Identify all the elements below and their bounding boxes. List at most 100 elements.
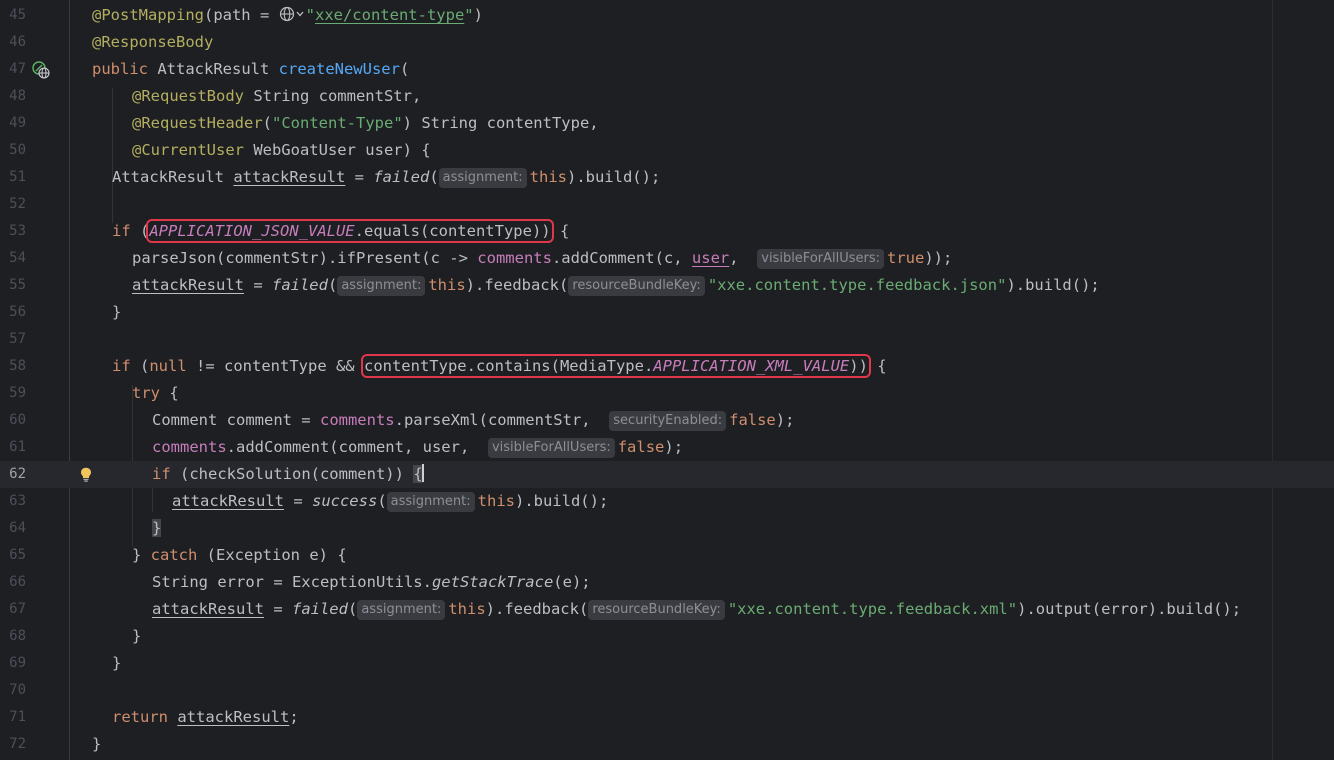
method-call[interactable]: failed [272,276,328,294]
string-quote: " [464,6,474,24]
line-number: 62 [9,466,26,482]
parameter-hint: visibleForAllUsers: [757,249,885,269]
line-number: 69 [9,655,26,671]
method-call[interactable]: failed [373,168,429,186]
code-text: = [243,276,272,294]
code-text: ) [473,6,483,24]
endpoint-globe-icon[interactable] [32,61,50,79]
code-text: ( [399,60,410,78]
code-line[interactable]: 69 } [0,650,1334,677]
code-line[interactable]: 52 [0,191,1334,218]
code-text: (path = [203,6,279,24]
line-number: 67 [9,601,26,617]
field[interactable]: comments [477,249,552,267]
line-number: 63 [9,493,26,509]
line-number: 55 [9,277,26,293]
code-text: ( [130,222,150,240]
code-text: ).build(); [566,168,661,186]
code-text: (checkSolution(comment)) [170,465,414,483]
line-number: 48 [9,88,26,104]
code-line[interactable]: 46 @ResponseBody [0,29,1334,56]
parameter-hint: securityEnabled: [609,411,727,431]
code-line[interactable]: 61 comments.addComment(comment, user, vi… [0,434,1334,461]
globe-dropdown-icon[interactable] [279,5,306,23]
keyword: this [529,168,567,186]
line-number: 71 [9,709,26,725]
variable[interactable]: attackResult [132,276,244,294]
code-line[interactable]: 55 attackResult = failed(assignment: this… [0,272,1334,299]
line-number: 59 [9,385,26,401]
field[interactable]: comments [320,411,395,429]
code-line[interactable]: 60 Comment comment = comments.parseXml(c… [0,407,1334,434]
code-line[interactable]: 53 if (APPLICATION_JSON_VALUE.equals(con… [0,218,1334,245]
annotation: @CurrentUser [132,141,244,159]
method-call[interactable]: failed [292,600,348,618]
code-line[interactable]: 67 attackResult = failed(assignment: this… [0,596,1334,623]
code-line[interactable]: 64 } [0,515,1334,542]
code-line[interactable]: 59 try { [0,380,1334,407]
code-line[interactable]: 66 String error = ExceptionUtils.getStac… [0,569,1334,596]
code-line[interactable]: 51 AttackResult attackResult = failed(as… [0,164,1334,191]
code-text: Comment comment = [152,411,320,429]
parameter-hint: assignment: [386,492,475,512]
keyword: return [112,708,168,726]
code-line[interactable]: 54 parseJson(commentStr).ifPresent(c -> … [0,245,1334,272]
keyword: this [428,276,466,294]
code-line[interactable]: 50 @CurrentUser WebGoatUser user) { [0,137,1334,164]
code-line[interactable]: 48 @RequestBody String commentStr, [0,83,1334,110]
string-quote: " [305,6,315,24]
code-line[interactable]: 58 if (null != contentType && contentTyp… [0,353,1334,380]
code-text: { [160,384,179,402]
code-line[interactable]: 47 public AttackResult createNewUser( [0,56,1334,83]
keyword: if [112,357,131,375]
code-text: = [283,492,312,510]
code-line[interactable]: 57 [0,326,1334,353]
line-number: 64 [9,520,26,536]
code-text: ( [377,492,387,510]
keyword: this [477,492,515,510]
line-number: 50 [9,142,26,158]
code-line[interactable]: 71 return attackResult; [0,704,1334,731]
field[interactable]: comments [152,438,227,456]
code-text: { [550,222,570,240]
variable[interactable]: attackResult [172,492,284,510]
code-text: .addComment(comment, user, [226,438,488,456]
line-number: 72 [9,736,26,752]
code-text: ).output(error).build(); [1017,600,1242,618]
parameter-hint: resourceBundleKey: [568,276,705,296]
code-text: )) [849,357,868,375]
line-number: 60 [9,412,26,428]
code-text: != contentType && [186,357,364,375]
lightbulb-icon[interactable] [80,467,92,482]
code-line[interactable]: 72 } [0,731,1334,758]
keyword: true [887,249,925,267]
line-number: 56 [9,304,26,320]
method-call[interactable]: success [312,492,377,510]
code-line[interactable]: 63 attackResult = success(assignment: thi… [0,488,1334,515]
method-call[interactable]: getStackTrace [432,573,553,591]
string-literal: "Content-Type" [272,114,403,132]
matched-brace: } [152,519,162,537]
line-number: 53 [9,223,26,239]
line-number: 46 [9,34,26,50]
code-line[interactable]: 45 @PostMapping(path = "xxe/content-type… [0,2,1334,29]
variable[interactable]: attackResult [233,168,345,186]
code-text: .parseXml(commentStr, [394,411,610,429]
variable[interactable]: user [692,249,729,267]
code-line[interactable]: 65 } catch (Exception e) { [0,542,1334,569]
code-line[interactable]: 49 @RequestHeader("Content-Type") String… [0,110,1334,137]
code-text: ).feedback( [485,600,589,618]
code-line[interactable]: 68 } [0,623,1334,650]
keyword: false [617,438,665,456]
code-text: String commentStr, [243,87,422,105]
line-number: 47 [9,61,26,77]
variable[interactable]: attackResult [177,708,289,726]
code-line[interactable]: 56 } [0,299,1334,326]
method-name[interactable]: createNewUser [279,60,400,78]
code-line[interactable]: 70 [0,677,1334,704]
variable[interactable]: attackResult [152,600,264,618]
line-number: 70 [9,682,26,698]
code-line-current[interactable]: 62 if (checkSolution(comment)) { [0,461,1334,488]
url-path-link[interactable]: xxe/content-type [315,6,464,24]
annotation: @RequestHeader [132,114,263,132]
